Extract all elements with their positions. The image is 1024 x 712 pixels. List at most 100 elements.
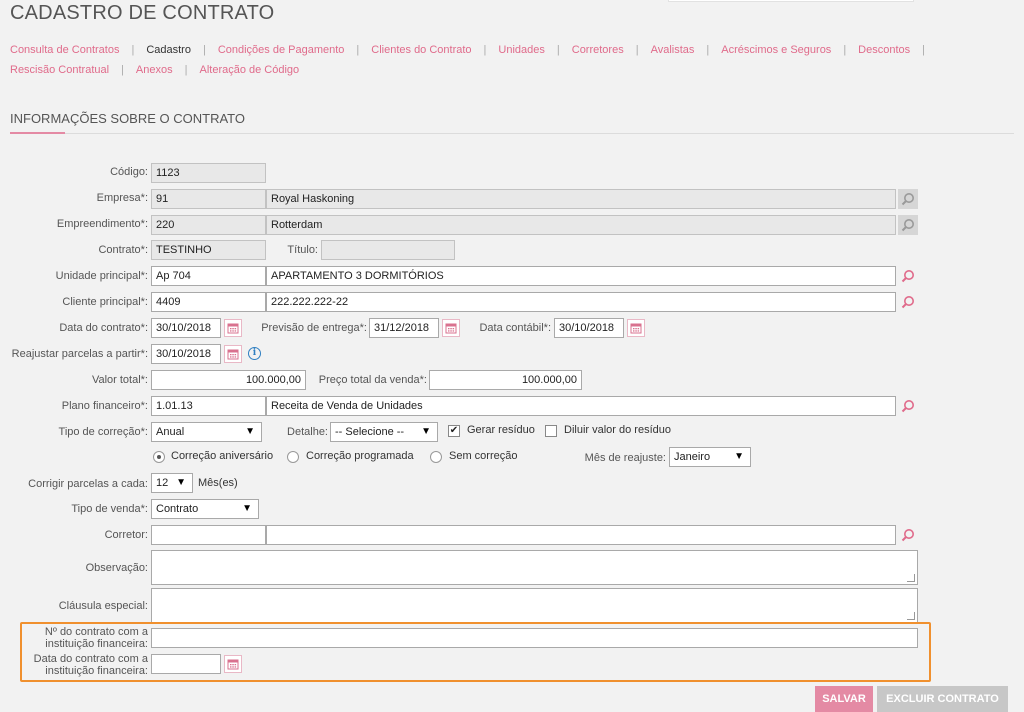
diluir-checkbox[interactable] [545, 425, 557, 437]
top-search-input[interactable] [668, 0, 914, 2]
nav-row-1: Consulta de Contratos | Cadastro | Condições… [10, 44, 926, 56]
data-contrato-label: Data do contrato*: [59, 322, 148, 334]
nav-anexos[interactable]: Anexos [136, 64, 173, 76]
nav-condicoes-pagamento[interactable]: Condições de Pagamento [218, 44, 345, 56]
unidade-label: Unidade principal*: [55, 270, 148, 282]
cliente-search-icon[interactable] [898, 292, 918, 312]
mes-reajuste-label: Mês de reajuste: [584, 452, 666, 464]
diluir-label: Diluir valor do resíduo [564, 424, 671, 436]
previsao-entrega-calendar-icon[interactable] [442, 319, 460, 337]
data-instituicao-field[interactable] [151, 654, 221, 674]
plano-search-icon[interactable] [898, 396, 918, 416]
chevron-down-icon: ▼ [176, 477, 186, 488]
detalhe-label: Detalhe: [287, 426, 328, 438]
preco-total-field[interactable]: 100.000,00 [429, 370, 582, 390]
data-instituicao-calendar-icon[interactable] [224, 655, 242, 673]
empreendimento-label: Empreendimento*: [56, 218, 148, 230]
codigo-field: 1123 [151, 163, 266, 183]
sem-correcao-label: Sem correção [449, 450, 518, 462]
empresa-code-field: 91 [151, 189, 266, 209]
data-contrato-calendar-icon[interactable] [224, 319, 242, 337]
correcao-aniversario-label: Correção aniversário [171, 450, 274, 462]
corrigir-unit: Mês(es) [198, 477, 238, 489]
valor-total-field[interactable]: 100.000,00 [151, 370, 306, 390]
codigo-label: Código: [110, 166, 148, 178]
empresa-name-field: Royal Haskoning [266, 189, 896, 209]
nav-cadastro[interactable]: Cadastro [146, 44, 191, 56]
gerar-residuo-label: Gerar resíduo [467, 424, 535, 436]
data-contabil-field[interactable]: 30/10/2018 [554, 318, 624, 338]
contrato-field: TESTINHO [151, 240, 266, 260]
reajustar-label: Reajustar parcelas a partir*: [11, 348, 148, 360]
previsao-entrega-field[interactable]: 31/12/2018 [369, 318, 439, 338]
section-underline [10, 132, 65, 134]
cliente-name-field[interactable]: 222.222.222-22 [266, 292, 896, 312]
nav-acrescimos-seguros[interactable]: Acréscimos e Seguros [721, 44, 831, 56]
data-contabil-label: Data contábil*: [479, 322, 551, 334]
preco-total-label: Preço total da venda*: [318, 374, 427, 386]
empresa-label: Empresa*: [96, 192, 148, 204]
save-button[interactable]: SALVAR [815, 686, 873, 712]
tipo-venda-select[interactable]: Contrato ▼ [151, 499, 259, 519]
plano-label: Plano financeiro*: [61, 400, 148, 412]
chevron-down-icon: ▼ [734, 451, 744, 462]
plano-code-field[interactable]: 1.01.13 [151, 396, 266, 416]
sem-correcao-radio[interactable] [430, 451, 442, 463]
reajustar-field[interactable]: 30/10/2018 [151, 344, 221, 364]
chevron-down-icon: ▼ [421, 426, 431, 437]
nav-consulta-contratos[interactable]: Consulta de Contratos [10, 44, 119, 56]
section-divider [10, 133, 1014, 134]
titulo-field [321, 240, 455, 260]
contrato-label: Contrato*: [98, 244, 148, 256]
clausula-textarea[interactable] [151, 588, 918, 623]
unidade-code-field[interactable]: Ap 704 [151, 266, 266, 286]
gerar-residuo-checkbox[interactable] [448, 425, 460, 437]
nav-avalistas[interactable]: Avalistas [651, 44, 695, 56]
unidade-search-icon[interactable] [898, 266, 918, 286]
empresa-search-icon [898, 189, 918, 209]
info-icon[interactable]: i [248, 347, 261, 360]
plano-name-field[interactable]: Receita de Venda de Unidades [266, 396, 896, 416]
tipo-venda-label: Tipo de venda*: [71, 503, 148, 515]
corretor-code-field[interactable] [151, 525, 266, 545]
nav-rescisao-contratual[interactable]: Rescisão Contratual [10, 64, 109, 76]
correcao-programada-label: Correção programada [306, 450, 414, 462]
data-contabil-calendar-icon[interactable] [627, 319, 645, 337]
clausula-label: Cláusula especial: [58, 600, 148, 612]
tipo-correcao-select[interactable]: Anual ▼ [151, 422, 262, 442]
chevron-down-icon: ▼ [242, 503, 252, 514]
previsao-entrega-label: Previsão de entrega*: [261, 322, 367, 334]
cliente-code-field[interactable]: 4409 [151, 292, 266, 312]
section-title: INFORMAÇÕES SOBRE O CONTRATO [10, 111, 245, 126]
delete-contract-button[interactable]: EXCLUIR CONTRATO [877, 686, 1008, 712]
corretor-label: Corretor: [104, 529, 148, 541]
empreendimento-search-icon [898, 215, 918, 235]
chevron-down-icon: ▼ [245, 426, 255, 437]
titulo-label: Título: [287, 244, 318, 256]
nav-unidades[interactable]: Unidades [498, 44, 544, 56]
empreendimento-name-field: Rotterdam [266, 215, 896, 235]
numero-instituicao-field[interactable] [151, 628, 918, 648]
detalhe-select[interactable]: -- Selecione -- ▼ [330, 422, 438, 442]
tipo-correcao-label: Tipo de correção*: [58, 426, 148, 438]
page-title: CADASTRO DE CONTRATO [10, 2, 275, 24]
resize-handle-icon[interactable] [907, 612, 915, 620]
nav-corretores[interactable]: Corretores [572, 44, 624, 56]
unidade-name-field[interactable]: APARTAMENTO 3 DORMITÓRIOS [266, 266, 896, 286]
nav-descontos[interactable]: Descontos [858, 44, 910, 56]
data-contrato-field[interactable]: 30/10/2018 [151, 318, 221, 338]
correcao-programada-radio[interactable] [287, 451, 299, 463]
corrigir-select[interactable]: 12 ▼ [151, 473, 193, 493]
mes-reajuste-select[interactable]: Janeiro ▼ [669, 447, 751, 467]
resize-handle-icon[interactable] [907, 574, 915, 582]
valor-total-label: Valor total*: [91, 374, 148, 386]
reajustar-calendar-icon[interactable] [224, 345, 242, 363]
nav-alteracao-codigo[interactable]: Alteração de Código [199, 64, 299, 76]
cliente-label: Cliente principal*: [62, 296, 148, 308]
nav-row-2: Rescisão Contratual | Anexos | Alteração de … [10, 64, 300, 76]
correcao-aniversario-radio[interactable] [153, 451, 165, 463]
corretor-search-icon[interactable] [898, 525, 918, 545]
nav-clientes-contrato[interactable]: Clientes do Contrato [371, 44, 471, 56]
observacao-textarea[interactable] [151, 550, 918, 585]
corretor-name-field[interactable] [266, 525, 896, 545]
